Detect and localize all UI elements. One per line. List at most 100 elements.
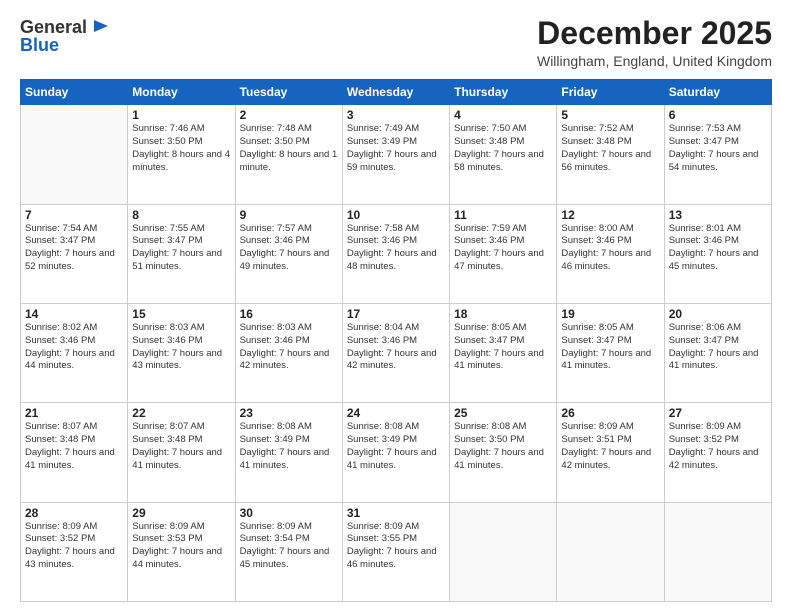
day-info: Sunrise: 7:52 AMSunset: 3:48 PMDaylight:… [561,123,659,174]
col-wednesday: Wednesday [342,80,449,105]
day-number: 27 [669,406,767,420]
day-info: Sunrise: 8:09 AMSunset: 3:52 PMDaylight:… [669,421,767,472]
day-number: 29 [132,506,230,520]
table-row: 13Sunrise: 8:01 AMSunset: 3:46 PMDayligh… [664,204,771,303]
day-info: Sunrise: 8:01 AMSunset: 3:46 PMDaylight:… [669,223,767,274]
table-row: 21Sunrise: 8:07 AMSunset: 3:48 PMDayligh… [21,403,128,502]
table-row [450,502,557,601]
day-number: 2 [240,108,338,122]
day-info: Sunrise: 8:03 AMSunset: 3:46 PMDaylight:… [132,322,230,373]
table-row: 3Sunrise: 7:49 AMSunset: 3:49 PMDaylight… [342,105,449,204]
day-number: 21 [25,406,123,420]
day-number: 24 [347,406,445,420]
table-row: 24Sunrise: 8:08 AMSunset: 3:49 PMDayligh… [342,403,449,502]
day-number: 7 [25,208,123,222]
day-info: Sunrise: 8:05 AMSunset: 3:47 PMDaylight:… [561,322,659,373]
calendar-table: Sunday Monday Tuesday Wednesday Thursday… [20,79,772,602]
table-row [21,105,128,204]
day-number: 1 [132,108,230,122]
day-number: 26 [561,406,659,420]
title-block: December 2025 Willingham, England, Unite… [537,16,772,69]
table-row [557,502,664,601]
day-info: Sunrise: 8:00 AMSunset: 3:46 PMDaylight:… [561,223,659,274]
day-info: Sunrise: 8:08 AMSunset: 3:49 PMDaylight:… [240,421,338,472]
day-info: Sunrise: 8:09 AMSunset: 3:51 PMDaylight:… [561,421,659,472]
day-number: 28 [25,506,123,520]
day-info: Sunrise: 7:48 AMSunset: 3:50 PMDaylight:… [240,123,338,174]
logo-flag-icon [90,16,112,38]
day-number: 13 [669,208,767,222]
day-info: Sunrise: 7:57 AMSunset: 3:46 PMDaylight:… [240,223,338,274]
day-info: Sunrise: 8:08 AMSunset: 3:50 PMDaylight:… [454,421,552,472]
day-number: 9 [240,208,338,222]
col-saturday: Saturday [664,80,771,105]
day-number: 14 [25,307,123,321]
table-row: 14Sunrise: 8:02 AMSunset: 3:46 PMDayligh… [21,303,128,402]
table-row: 28Sunrise: 8:09 AMSunset: 3:52 PMDayligh… [21,502,128,601]
day-number: 20 [669,307,767,321]
day-info: Sunrise: 7:49 AMSunset: 3:49 PMDaylight:… [347,123,445,174]
col-monday: Monday [128,80,235,105]
day-info: Sunrise: 8:09 AMSunset: 3:53 PMDaylight:… [132,521,230,572]
day-info: Sunrise: 7:53 AMSunset: 3:47 PMDaylight:… [669,123,767,174]
table-row: 1Sunrise: 7:46 AMSunset: 3:50 PMDaylight… [128,105,235,204]
day-number: 6 [669,108,767,122]
table-row: 30Sunrise: 8:09 AMSunset: 3:54 PMDayligh… [235,502,342,601]
table-row: 16Sunrise: 8:03 AMSunset: 3:46 PMDayligh… [235,303,342,402]
day-info: Sunrise: 8:09 AMSunset: 3:54 PMDaylight:… [240,521,338,572]
day-info: Sunrise: 7:55 AMSunset: 3:47 PMDaylight:… [132,223,230,274]
logo-blue-text: Blue [20,35,112,56]
page: General Blue December 2025 Willingham, E… [0,0,792,612]
table-row: 4Sunrise: 7:50 AMSunset: 3:48 PMDaylight… [450,105,557,204]
table-row: 17Sunrise: 8:04 AMSunset: 3:46 PMDayligh… [342,303,449,402]
calendar-week-row: 14Sunrise: 8:02 AMSunset: 3:46 PMDayligh… [21,303,772,402]
table-row: 5Sunrise: 7:52 AMSunset: 3:48 PMDaylight… [557,105,664,204]
table-row: 6Sunrise: 7:53 AMSunset: 3:47 PMDaylight… [664,105,771,204]
day-info: Sunrise: 7:59 AMSunset: 3:46 PMDaylight:… [454,223,552,274]
table-row: 15Sunrise: 8:03 AMSunset: 3:46 PMDayligh… [128,303,235,402]
table-row: 23Sunrise: 8:08 AMSunset: 3:49 PMDayligh… [235,403,342,502]
day-number: 16 [240,307,338,321]
day-info: Sunrise: 8:08 AMSunset: 3:49 PMDaylight:… [347,421,445,472]
logo: General Blue [20,16,112,56]
day-info: Sunrise: 8:04 AMSunset: 3:46 PMDaylight:… [347,322,445,373]
table-row: 19Sunrise: 8:05 AMSunset: 3:47 PMDayligh… [557,303,664,402]
table-row: 9Sunrise: 7:57 AMSunset: 3:46 PMDaylight… [235,204,342,303]
day-info: Sunrise: 8:07 AMSunset: 3:48 PMDaylight:… [132,421,230,472]
day-number: 17 [347,307,445,321]
day-info: Sunrise: 8:02 AMSunset: 3:46 PMDaylight:… [25,322,123,373]
table-row: 22Sunrise: 8:07 AMSunset: 3:48 PMDayligh… [128,403,235,502]
day-number: 25 [454,406,552,420]
day-info: Sunrise: 8:06 AMSunset: 3:47 PMDaylight:… [669,322,767,373]
day-number: 23 [240,406,338,420]
table-row: 29Sunrise: 8:09 AMSunset: 3:53 PMDayligh… [128,502,235,601]
day-number: 15 [132,307,230,321]
calendar-header-row: Sunday Monday Tuesday Wednesday Thursday… [21,80,772,105]
day-number: 30 [240,506,338,520]
table-row: 27Sunrise: 8:09 AMSunset: 3:52 PMDayligh… [664,403,771,502]
day-number: 5 [561,108,659,122]
table-row [664,502,771,601]
table-row: 18Sunrise: 8:05 AMSunset: 3:47 PMDayligh… [450,303,557,402]
calendar-week-row: 1Sunrise: 7:46 AMSunset: 3:50 PMDaylight… [21,105,772,204]
day-number: 19 [561,307,659,321]
day-number: 12 [561,208,659,222]
table-row: 7Sunrise: 7:54 AMSunset: 3:47 PMDaylight… [21,204,128,303]
table-row: 11Sunrise: 7:59 AMSunset: 3:46 PMDayligh… [450,204,557,303]
day-number: 3 [347,108,445,122]
day-info: Sunrise: 7:54 AMSunset: 3:47 PMDaylight:… [25,223,123,274]
month-title: December 2025 [537,16,772,51]
calendar-week-row: 28Sunrise: 8:09 AMSunset: 3:52 PMDayligh… [21,502,772,601]
col-thursday: Thursday [450,80,557,105]
day-info: Sunrise: 8:03 AMSunset: 3:46 PMDaylight:… [240,322,338,373]
day-number: 18 [454,307,552,321]
table-row: 31Sunrise: 8:09 AMSunset: 3:55 PMDayligh… [342,502,449,601]
day-info: Sunrise: 7:58 AMSunset: 3:46 PMDaylight:… [347,223,445,274]
table-row: 20Sunrise: 8:06 AMSunset: 3:47 PMDayligh… [664,303,771,402]
table-row: 12Sunrise: 8:00 AMSunset: 3:46 PMDayligh… [557,204,664,303]
day-number: 22 [132,406,230,420]
day-number: 8 [132,208,230,222]
day-info: Sunrise: 7:50 AMSunset: 3:48 PMDaylight:… [454,123,552,174]
day-info: Sunrise: 8:05 AMSunset: 3:47 PMDaylight:… [454,322,552,373]
col-tuesday: Tuesday [235,80,342,105]
